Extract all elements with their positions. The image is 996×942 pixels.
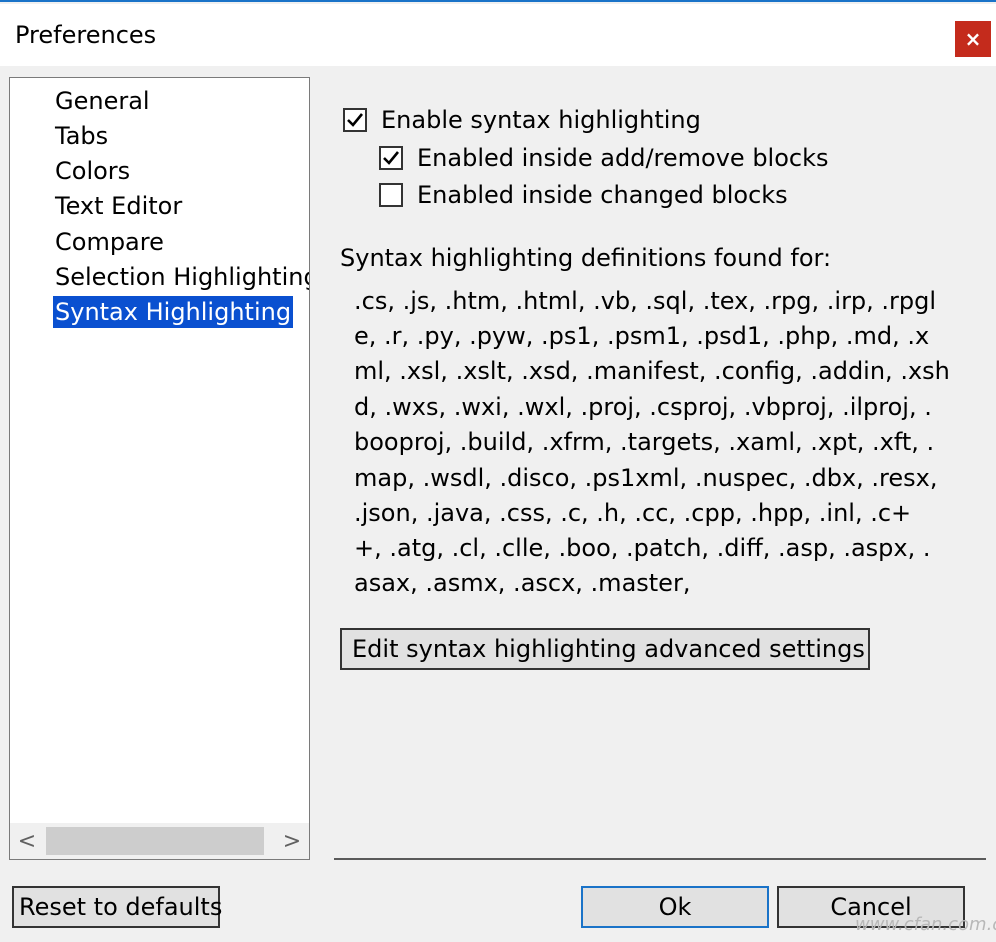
inside-add-remove-label: Enabled inside add/remove blocks [417,144,829,172]
enable-syntax-label: Enable syntax highlighting [381,106,701,134]
definitions-line: booproj, .build, .xfrm, .targets, .xaml,… [354,428,935,456]
nav-item-general[interactable]: General [53,85,152,117]
definitions-line: +, .atg, .cl, .clle, .boo, .patch, .diff… [354,534,931,562]
scrollbar-thumb[interactable] [46,827,264,855]
close-icon: × [964,27,982,51]
enable-syntax-checkbox[interactable] [343,108,367,132]
title-bar: Preferences × [0,4,996,66]
checkmark-icon [347,113,364,127]
watermark: www.cfan.com.cn [855,914,996,935]
nav-item-selection-highlighting[interactable]: Selection Highlighting [53,261,309,293]
definitions-line: e, .r, .py, .pyw, .ps1, .psm1, .psd1, .p… [354,322,930,350]
definitions-line: ml, .xsl, .xslt, .xsd, .manifest, .confi… [354,357,950,385]
inside-changed-option[interactable]: Enabled inside changed blocks [379,178,788,212]
inside-changed-label: Enabled inside changed blocks [417,181,788,209]
inside-add-remove-checkbox[interactable] [379,146,403,170]
preferences-dialog: Preferences × General Tabs Colors Text E… [0,0,996,942]
scroll-right-icon[interactable]: > [275,823,309,859]
category-list[interactable]: General Tabs Colors Text Editor Compare … [9,77,310,860]
enable-syntax-option[interactable]: Enable syntax highlighting [343,103,701,137]
checkmark-icon [383,151,400,165]
nav-item-compare[interactable]: Compare [53,226,166,258]
definitions-heading: Syntax highlighting definitions found fo… [340,244,832,272]
inside-changed-checkbox[interactable] [379,183,403,207]
definitions-line: .json, .java, .css, .c, .h, .cc, .cpp, .… [354,499,912,527]
close-button[interactable]: × [955,21,991,57]
nav-item-text-editor[interactable]: Text Editor [53,190,184,222]
dialog-title: Preferences [15,21,157,49]
nav-item-colors[interactable]: Colors [53,155,132,187]
separator [334,858,986,860]
definitions-line: asax, .asmx, .ascx, .master, [354,569,691,597]
ok-button[interactable]: Ok [581,886,769,928]
scroll-left-icon[interactable]: < [10,823,44,859]
horizontal-scrollbar[interactable]: < > [10,823,309,859]
advanced-settings-button[interactable]: Edit syntax highlighting advanced settin… [340,628,870,670]
definitions-line: .cs, .js, .htm, .html, .vb, .sql, .tex, … [354,287,937,315]
definitions-line: map, .wsdl, .disco, .ps1xml, .nuspec, .d… [354,464,938,492]
nav-item-tabs[interactable]: Tabs [53,120,110,152]
definitions-line: d, .wxs, .wxi, .wxl, .proj, .csproj, .vb… [354,393,932,421]
inside-add-remove-option[interactable]: Enabled inside add/remove blocks [379,141,829,175]
nav-item-syntax-highlighting[interactable]: Syntax Highlighting [53,296,294,328]
reset-defaults-button[interactable]: Reset to defaults [12,886,222,928]
